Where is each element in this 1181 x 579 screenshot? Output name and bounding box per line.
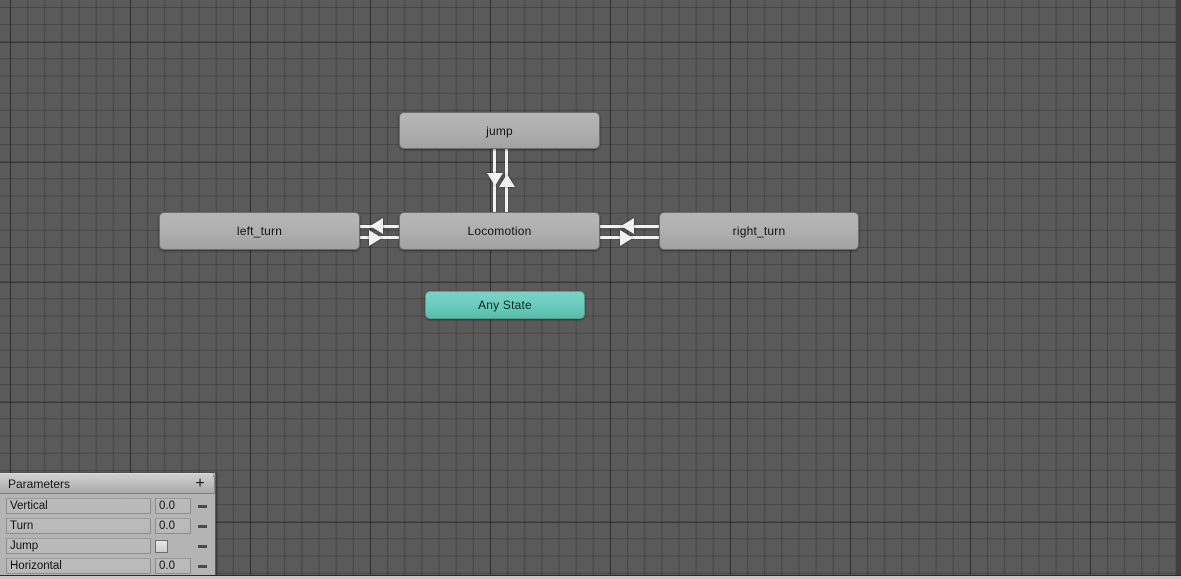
parameters-panel-title: Parameters <box>8 476 71 491</box>
state-node-any-state[interactable]: Any State <box>425 291 585 319</box>
canvas-right-gutter <box>1176 0 1181 575</box>
parameter-value-field[interactable]: 0.0 <box>155 558 191 574</box>
state-node-label: Locomotion <box>467 224 532 238</box>
parameter-row[interactable]: Jump <box>0 536 215 556</box>
parameter-name-field[interactable]: Horizontal <box>6 558 151 574</box>
parameters-panel[interactable]: Parameters + Vertical 0.0 Turn 0.0 Jump <box>0 473 216 579</box>
add-parameter-plus-icon[interactable]: + <box>192 475 208 493</box>
parameter-name-field[interactable]: Jump <box>6 538 151 554</box>
remove-parameter-button[interactable] <box>191 564 213 568</box>
state-node-label: left_turn <box>236 224 283 238</box>
remove-parameter-button[interactable] <box>191 524 213 528</box>
parameters-list: Vertical 0.0 Turn 0.0 Jump Horizontal 0.… <box>0 494 215 576</box>
arrow-right-icon <box>620 230 633 246</box>
state-node-label: right_turn <box>732 224 786 238</box>
minus-icon <box>197 544 207 548</box>
parameter-name-field[interactable]: Turn <box>6 518 151 534</box>
parameter-row[interactable]: Vertical 0.0 <box>0 496 215 516</box>
minus-icon <box>197 524 207 528</box>
remove-parameter-button[interactable] <box>191 504 213 508</box>
window-bottom-edge <box>0 575 1181 579</box>
state-node-right-turn[interactable]: right_turn <box>659 212 859 250</box>
arrow-right-icon <box>369 230 382 246</box>
parameter-row[interactable]: Horizontal 0.0 <box>0 556 215 576</box>
parameter-bool-wrapper <box>155 538 191 554</box>
state-node-locomotion[interactable]: Locomotion <box>399 212 600 250</box>
minus-icon <box>197 564 207 568</box>
parameter-value-field[interactable]: 0.0 <box>155 518 191 534</box>
minus-icon <box>197 504 207 508</box>
parameters-panel-header[interactable]: Parameters + <box>0 473 215 494</box>
arrow-up-icon <box>499 174 515 187</box>
state-node-jump[interactable]: jump <box>399 112 600 149</box>
state-node-label: jump <box>486 123 513 138</box>
parameter-value-field[interactable]: 0.0 <box>155 498 191 514</box>
parameter-row[interactable]: Turn 0.0 <box>0 516 215 536</box>
state-node-left-turn[interactable]: left_turn <box>159 212 360 250</box>
parameter-name-field[interactable]: Vertical <box>6 498 151 514</box>
parameter-checkbox[interactable] <box>155 539 168 553</box>
animator-window[interactable]: jump Locomotion left_turn right_turn Any… <box>0 0 1181 579</box>
state-node-label: Any State <box>478 298 532 312</box>
remove-parameter-button[interactable] <box>191 544 213 548</box>
